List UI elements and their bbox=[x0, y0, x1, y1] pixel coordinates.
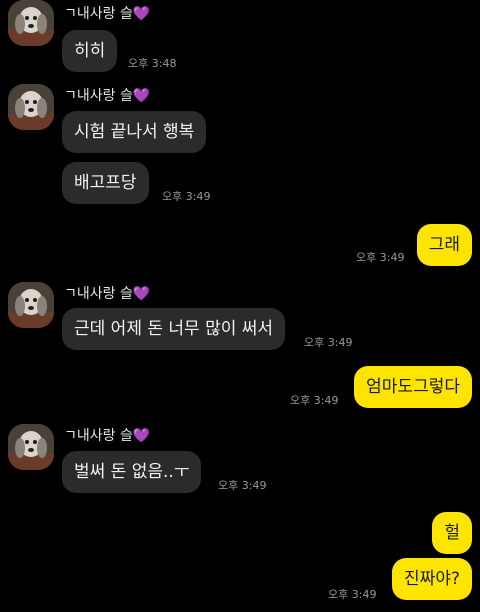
message-time: 오후 3:48 bbox=[128, 57, 177, 70]
message-bubble-outgoing[interactable]: 진짜야? bbox=[392, 558, 472, 600]
message-time: 오후 3:49 bbox=[218, 479, 267, 492]
message-time: 오후 3:49 bbox=[356, 251, 405, 264]
message-bubble[interactable]: 근데 어제 돈 너무 많이 써서 bbox=[62, 308, 286, 350]
message-bubble-outgoing[interactable]: 엄마도그렇다 bbox=[354, 366, 472, 408]
message-bubble[interactable]: 히히 bbox=[62, 30, 118, 72]
message-time: 오후 3:49 bbox=[290, 394, 339, 407]
message-time: 오후 3:49 bbox=[304, 336, 353, 349]
message-time: 오후 3:49 bbox=[162, 190, 211, 203]
dog-avatar-icon bbox=[8, 424, 54, 470]
sender-name: ㄱ내사랑 슬💜 bbox=[64, 286, 151, 302]
sender-avatar[interactable] bbox=[8, 424, 54, 470]
dog-avatar-icon bbox=[8, 0, 54, 46]
sender-avatar[interactable] bbox=[8, 282, 54, 328]
message-bubble[interactable]: 벌써 돈 없음..ㅜ bbox=[62, 451, 202, 493]
sender-name: ㄱ내사랑 슬💜 bbox=[64, 88, 151, 104]
dog-avatar-icon bbox=[8, 282, 54, 328]
message-bubble[interactable]: 배고프당 bbox=[62, 162, 149, 204]
sender-avatar[interactable] bbox=[8, 0, 54, 46]
sender-name: ㄱ내사랑 슬💜 bbox=[64, 6, 151, 22]
sender-avatar[interactable] bbox=[8, 84, 54, 130]
message-bubble-outgoing[interactable]: 헐 bbox=[432, 512, 472, 554]
message-time: 오후 3:49 bbox=[328, 588, 377, 601]
sender-name: ㄱ내사랑 슬💜 bbox=[64, 428, 151, 444]
message-bubble[interactable]: 시험 끝나서 행복 bbox=[62, 111, 207, 153]
message-bubble-outgoing[interactable]: 그래 bbox=[416, 224, 472, 266]
dog-avatar-icon bbox=[8, 84, 54, 130]
